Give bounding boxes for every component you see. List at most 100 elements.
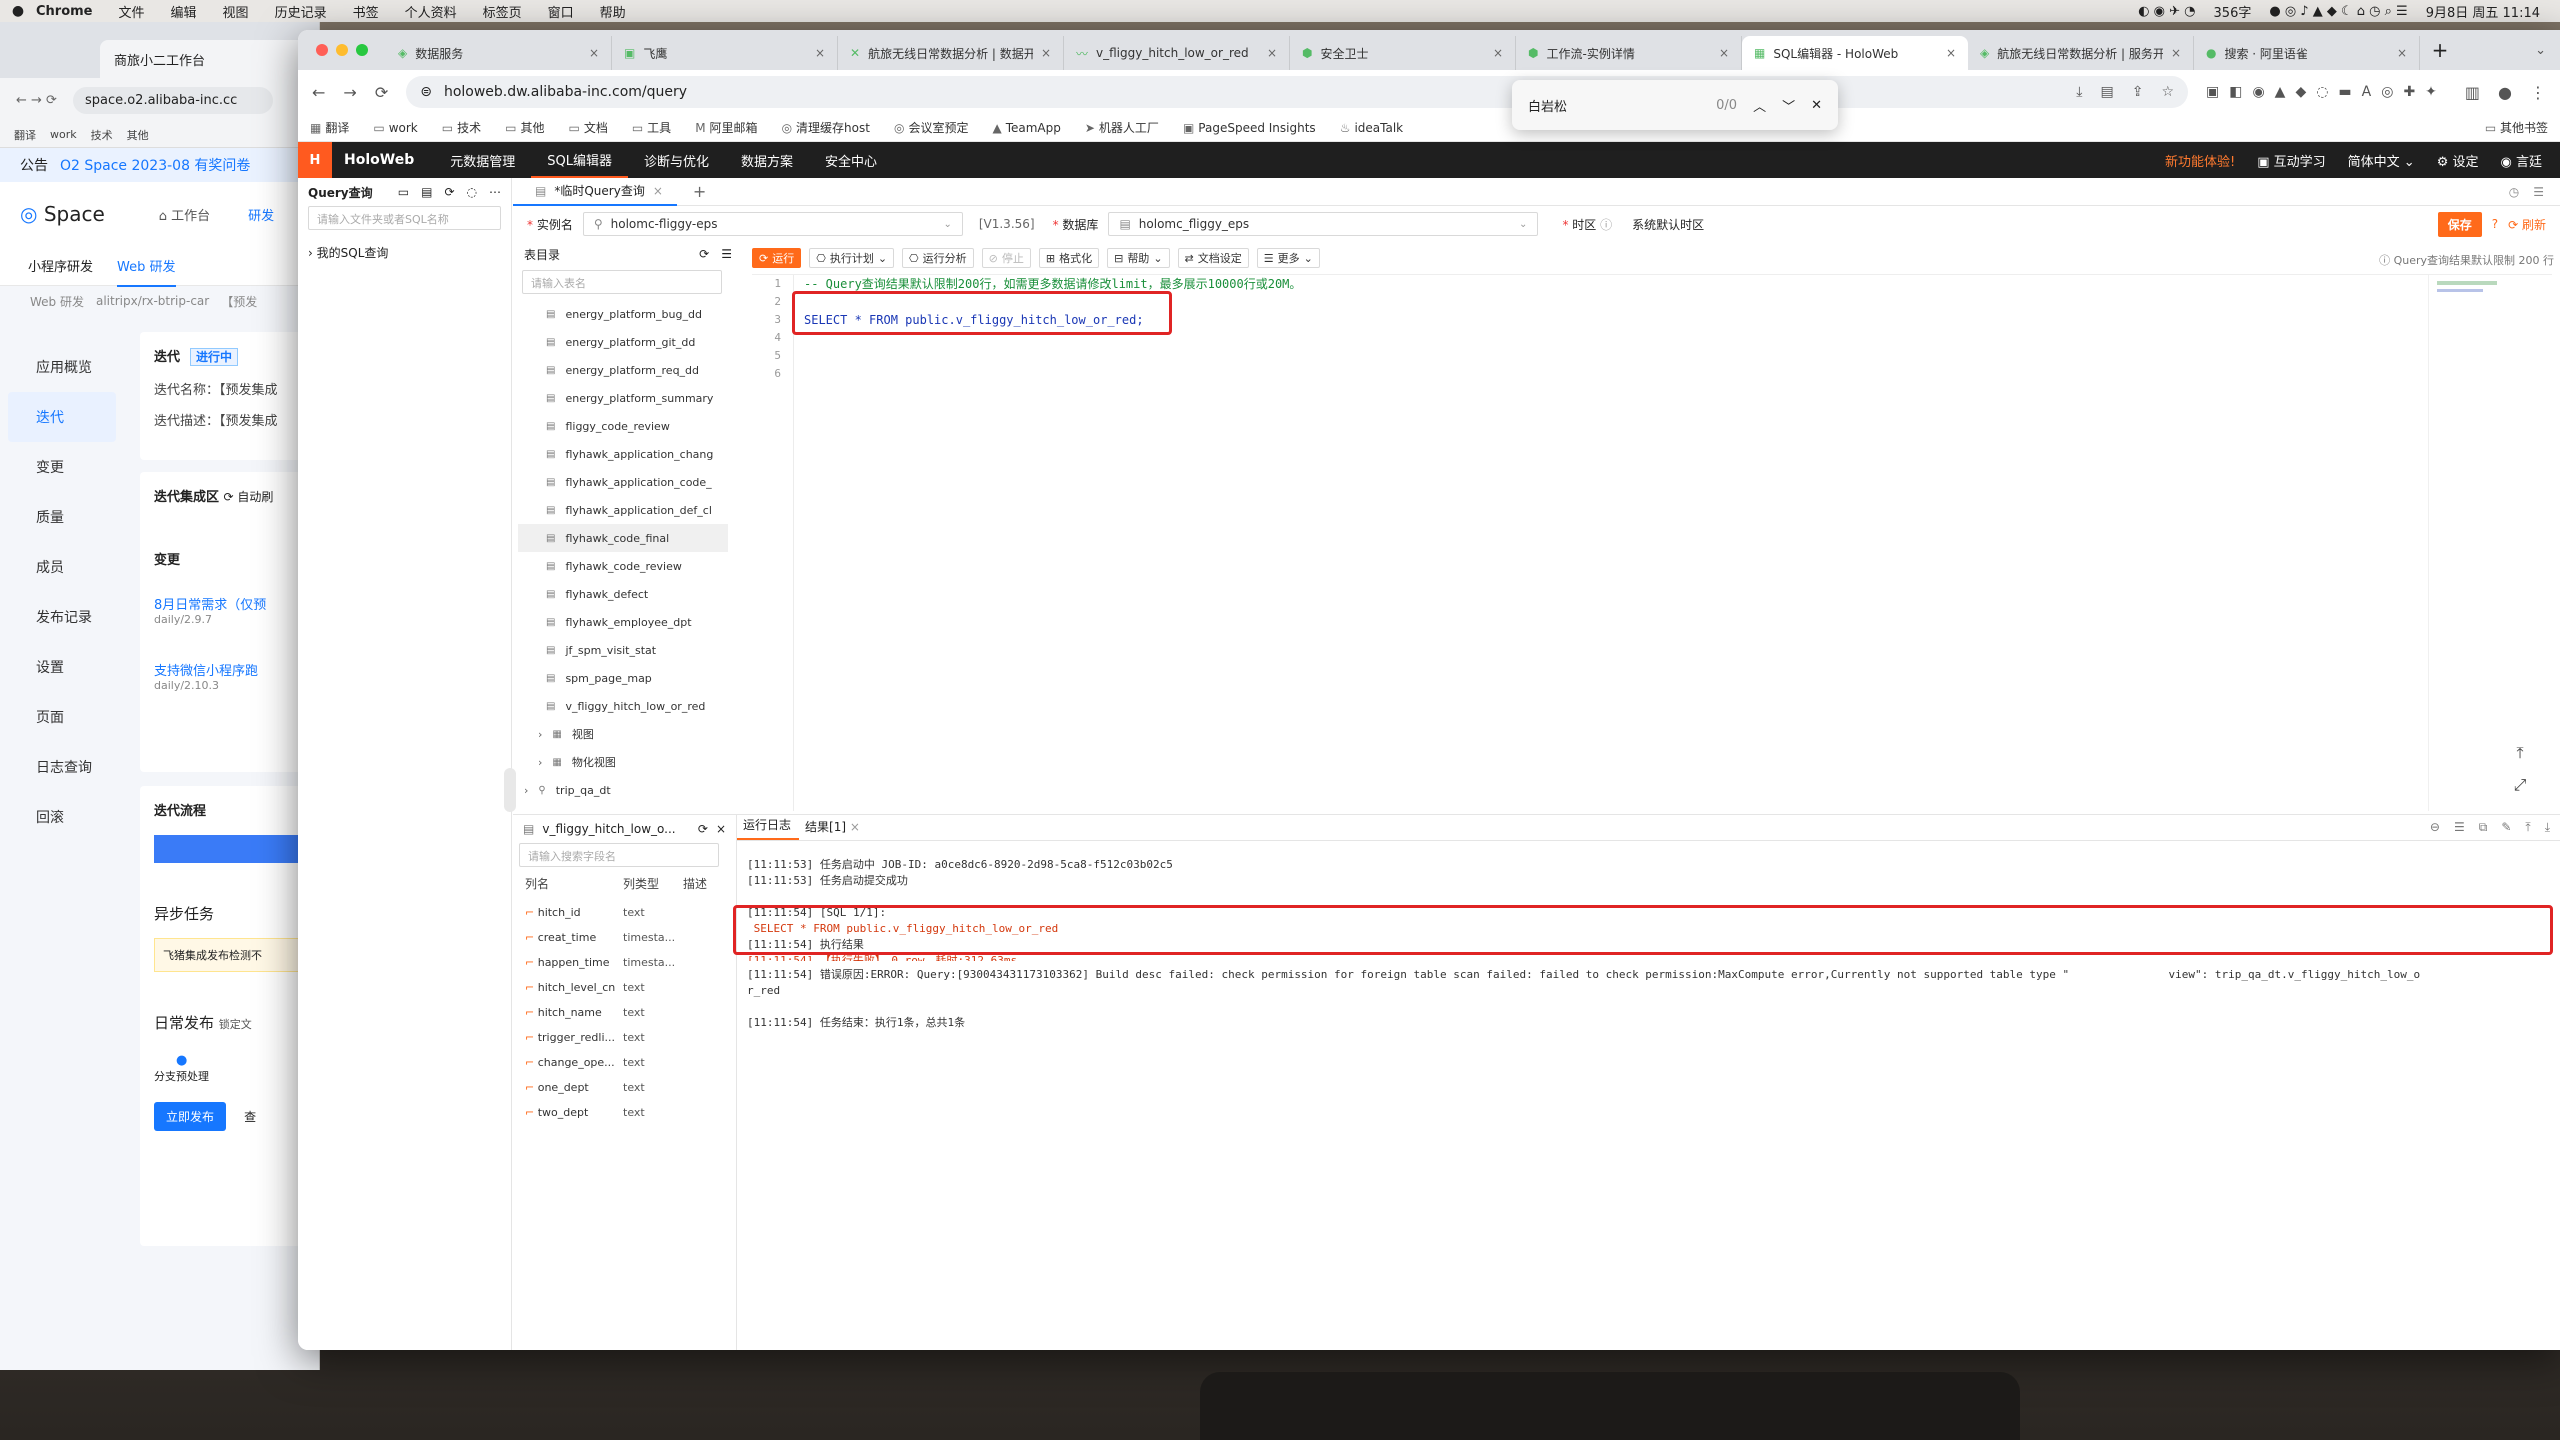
collapse-icon[interactable]: ◌ (467, 185, 477, 199)
bookmark-item[interactable]: ◎ 会议室预定 (894, 119, 969, 136)
menu-kebab-icon[interactable]: ⋮ (2530, 83, 2546, 102)
tree-item-my-sql[interactable]: 我的SQL查询 (317, 246, 389, 260)
schema-row[interactable]: trigger_redli...text (513, 1025, 736, 1050)
run-button[interactable]: ⟳ 运行 (752, 248, 802, 268)
address-bar[interactable]: ⊜ holoweb.dw.alibaba-inc.com/query ⤓ ▤ ⇪… (406, 76, 2188, 108)
share-icon[interactable]: ⇪ (2132, 84, 2144, 100)
menu-edit[interactable]: 编辑 (171, 2, 197, 21)
table-item[interactable]: ▤ jf_spm_visit_stat (518, 636, 728, 664)
timezone-value[interactable]: 系统默认时区 (1632, 216, 1704, 233)
collapse-handle[interactable] (504, 768, 516, 812)
field-search-input[interactable]: 请输入搜索字段名 (519, 843, 719, 867)
holoweb-brand[interactable]: HoloWeb (332, 152, 434, 168)
close-tab-icon[interactable]: × (1041, 46, 1051, 60)
table-group[interactable]: › ▦ 物化视图 (518, 748, 728, 776)
find-next-icon[interactable]: ﹀ (1782, 96, 1795, 115)
close-window-icon[interactable] (316, 44, 328, 56)
new-feature-link[interactable]: 新功能体验! (2165, 151, 2235, 170)
back-bookmark[interactable]: work (50, 128, 77, 141)
find-input[interactable]: 白岩松 (1528, 96, 1700, 115)
history-icon[interactable]: ◷ (2509, 185, 2519, 199)
rd-link[interactable]: 研发 (248, 205, 274, 224)
close-icon[interactable]: × (716, 822, 726, 836)
bookmark-item[interactable]: ▭ work (373, 121, 417, 135)
browser-tab[interactable]: ◈ 数据服务 × (386, 36, 612, 70)
sidenav-item[interactable]: 回滚 (0, 792, 124, 842)
sidenav-item-active[interactable]: 迭代 (8, 392, 116, 442)
back-bookmark[interactable]: 技术 (91, 127, 113, 143)
back-icon[interactable]: ← (312, 83, 325, 102)
subnav-miniapp[interactable]: 小程序研发 (28, 256, 93, 275)
learn-link[interactable]: ▣ 互动学习 (2257, 151, 2325, 170)
other-bookmarks[interactable]: ▭ 其他书签 (2485, 119, 2548, 136)
add-query-tab-button[interactable]: + (677, 182, 722, 201)
bookmark-item[interactable]: ▭ 工具 (632, 119, 671, 136)
table-search-input[interactable]: 请输入表名 (522, 270, 722, 294)
site-info-icon[interactable]: ⊜ (420, 84, 432, 100)
close-tab-icon[interactable]: × (589, 46, 599, 60)
sidenav-item[interactable]: 应用概览 (0, 342, 124, 392)
holoweb-logo-icon[interactable]: H (298, 142, 332, 178)
maximize-window-icon[interactable] (356, 44, 368, 56)
nav-diagnosis[interactable]: 诊断与优化 (628, 142, 725, 178)
minimap[interactable] (2428, 275, 2540, 811)
bookmark-item[interactable]: ♨ ideaTalk (1340, 121, 1403, 135)
sidepanel-icon[interactable]: ▥ (2465, 83, 2480, 102)
table-item[interactable]: ▤ flyhawk_application_code_ (518, 468, 728, 496)
back-nav-icons[interactable]: ← → ⟳ (16, 93, 57, 108)
format-button[interactable]: ⊞ 格式化 (1038, 248, 1100, 268)
table-item[interactable]: ▤ fliggy_code_review (518, 412, 728, 440)
list-icon[interactable]: ☰ (2533, 185, 2544, 199)
more-icon[interactable]: ⋯ (489, 185, 501, 199)
back-tab[interactable]: 商旅小二工作台 (100, 40, 310, 78)
menu-file[interactable]: 文件 (119, 2, 145, 21)
sidenav-item[interactable]: 质量 (0, 492, 124, 542)
bookmark-item[interactable]: ▭ 其他 (505, 119, 544, 136)
query-tab-active[interactable]: ▤ *临时Query查询 × (513, 178, 677, 206)
bookmark-item[interactable]: ▲ TeamApp (992, 121, 1060, 135)
expand-icon[interactable]: ⤒ (2525, 820, 2530, 835)
schema-item[interactable]: › ⚲ trip_qa_dt (518, 776, 728, 804)
table-item[interactable]: ▤ energy_platform_git_dd (518, 328, 728, 356)
sql-editor[interactable]: 123456 -- Query查询结果默认限制200行，如需更多数据请修改lim… (752, 274, 2552, 811)
bookmark-item[interactable]: ▦ 翻译 (310, 119, 349, 136)
filter-icon[interactable]: ☰ (721, 247, 732, 261)
stop-button[interactable]: ⊘ 停止 (981, 248, 1031, 268)
list-icon[interactable]: ☰ (2454, 820, 2465, 835)
language-select[interactable]: 简体中文 ⌄ (2348, 151, 2415, 170)
table-item[interactable]: ▤ flyhawk_code_final (518, 524, 728, 552)
nav-metadata[interactable]: 元数据管理 (434, 142, 531, 178)
help-icon[interactable]: ? (2492, 217, 2498, 231)
analyze-button[interactable]: ⎔ 运行分析 (902, 248, 974, 268)
close-tab-icon[interactable]: × (2171, 46, 2181, 60)
word-count[interactable]: 356字 (2214, 2, 2252, 21)
refresh-button[interactable]: ⟳ 刷新 (2508, 216, 2546, 233)
schema-row[interactable]: hitch_level_cntext (513, 975, 736, 1000)
code-line[interactable] (794, 347, 2394, 365)
schema-row[interactable]: change_ope...text (513, 1050, 736, 1075)
change-link[interactable]: 支持微信小程序跑 (154, 660, 306, 679)
browser-tab[interactable]: ▦ SQL编辑器 - HoloWeb × (1742, 36, 1968, 70)
menu-view[interactable]: 视图 (223, 2, 249, 21)
browser-tab[interactable]: 〰 v_fliggy_hitch_low_or_red × (1064, 36, 1290, 70)
table-item[interactable]: ▤ v_fliggy_hitch_low_or_red (518, 692, 728, 720)
table-item[interactable]: ▤ flyhawk_application_def_cl (518, 496, 728, 524)
scroll-top-icon[interactable]: ⤒ (2508, 743, 2532, 767)
new-tab-button[interactable]: + (2420, 38, 2460, 62)
pin-icon[interactable]: ✎ (2501, 820, 2511, 835)
close-tab-icon[interactable]: × (2397, 46, 2407, 60)
collapse-panel-icon[interactable]: ⤓ (2545, 820, 2550, 835)
tab-search-icon[interactable]: ⌄ (2535, 43, 2560, 58)
copy-icon[interactable]: ⧉ (2479, 820, 2488, 835)
crumb-item[interactable]: Web 研发 (30, 293, 84, 310)
browser-tab[interactable]: ⬢ 工作流-实例详情 × (1516, 36, 1742, 70)
sidenav-item[interactable]: 设置 (0, 642, 124, 692)
folder-icon[interactable]: ▭ (398, 185, 409, 199)
schema-row[interactable]: creat_timetimesta... (513, 925, 736, 950)
menu-app[interactable]: Chrome (36, 4, 93, 19)
menu-profile[interactable]: 个人资料 (405, 2, 457, 21)
crumb-item[interactable]: alitripx/rx-btrip-car (96, 294, 209, 308)
back-url[interactable]: space.o2.alibaba-inc.cc (72, 86, 273, 114)
publish-button[interactable]: 立即发布 (154, 1102, 227, 1131)
extension-icons[interactable]: ▣◧◉▲◆◌▬A◎✚✦ (2206, 84, 2447, 100)
